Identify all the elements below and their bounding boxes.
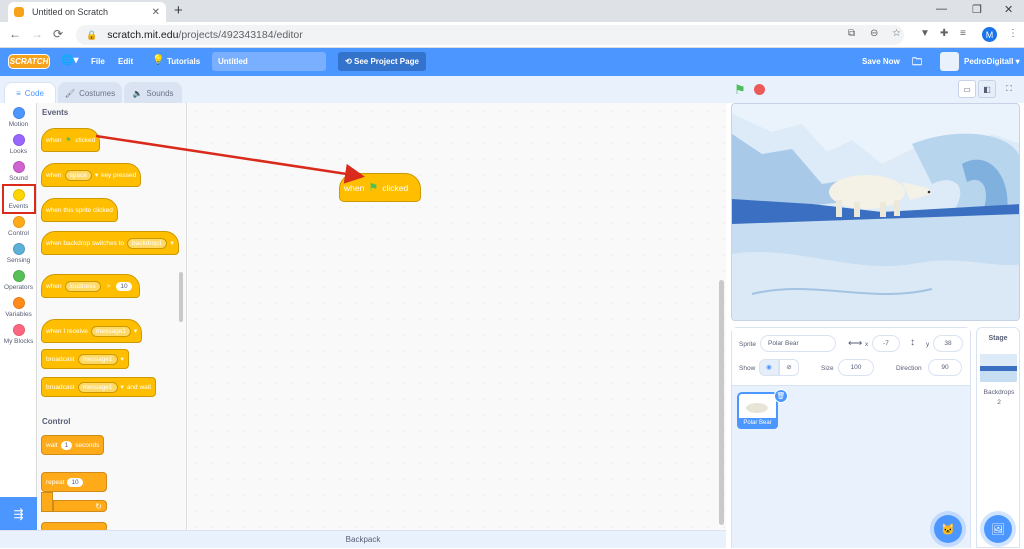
backdrops-count: 2 bbox=[997, 399, 1001, 406]
stage-thumbnail[interactable] bbox=[980, 354, 1017, 382]
delete-sprite-icon[interactable]: 🗑 bbox=[774, 389, 788, 403]
y-arrows-icon: ↕ bbox=[910, 337, 915, 348]
sprite-thumb-label: Polar Bear bbox=[737, 418, 778, 429]
backdrop-thumb-icon bbox=[980, 354, 1017, 382]
fullscreen-icon[interactable]: ⛶ bbox=[1000, 80, 1018, 98]
polar-bear-thumb-icon bbox=[746, 403, 768, 413]
image-plus-icon: 🖼 bbox=[991, 523, 1005, 536]
y-label: y bbox=[926, 341, 930, 348]
backpack-bar[interactable]: Backpack bbox=[0, 530, 726, 548]
stage-header: ⚑ ▭ ◧ ⛶ bbox=[728, 76, 1024, 103]
large-stage-icon[interactable]: ◧ bbox=[978, 80, 996, 98]
choose-backdrop-button[interactable]: 🖼 bbox=[984, 515, 1012, 543]
y-input[interactable]: 38 bbox=[933, 335, 963, 352]
sprite-thumbnail[interactable]: 🗑 Polar Bear bbox=[737, 389, 788, 429]
direction-input[interactable]: 90 bbox=[928, 359, 962, 376]
cat-plus-icon: 🐱 bbox=[941, 523, 955, 536]
sprite-name-input[interactable]: Polar Bear bbox=[760, 335, 836, 352]
x-arrows-icon: ⟷ bbox=[848, 338, 863, 349]
show-hidden-icon[interactable]: ⊘ bbox=[779, 359, 799, 376]
choose-sprite-button[interactable]: 🐱 bbox=[934, 515, 962, 543]
sprite-label: Sprite bbox=[739, 341, 756, 348]
x-input[interactable]: -7 bbox=[872, 335, 900, 352]
sprite-pane: Sprite Polar Bear ⟷ x -7 ↕ y 38 Show ◉ ⊘… bbox=[731, 327, 971, 548]
show-label: Show bbox=[739, 365, 756, 372]
x-label: x bbox=[865, 341, 869, 348]
direction-label: Direction bbox=[896, 365, 922, 372]
show-visible-icon[interactable]: ◉ bbox=[759, 359, 779, 376]
stage-canvas[interactable] bbox=[731, 103, 1020, 321]
stop-sign-icon[interactable] bbox=[754, 84, 765, 95]
green-flag-icon[interactable]: ⚑ bbox=[734, 82, 746, 98]
size-label: Size bbox=[821, 365, 834, 372]
small-stage-icon[interactable]: ▭ bbox=[958, 80, 976, 98]
sprite-info-panel: Sprite Polar Bear ⟷ x -7 ↕ y 38 Show ◉ ⊘… bbox=[732, 328, 970, 386]
size-input[interactable]: 100 bbox=[838, 359, 874, 376]
stage-title: Stage bbox=[988, 335, 1008, 342]
backdrops-label: Backdrops bbox=[983, 389, 1015, 396]
arctic-backdrop bbox=[732, 104, 1019, 320]
